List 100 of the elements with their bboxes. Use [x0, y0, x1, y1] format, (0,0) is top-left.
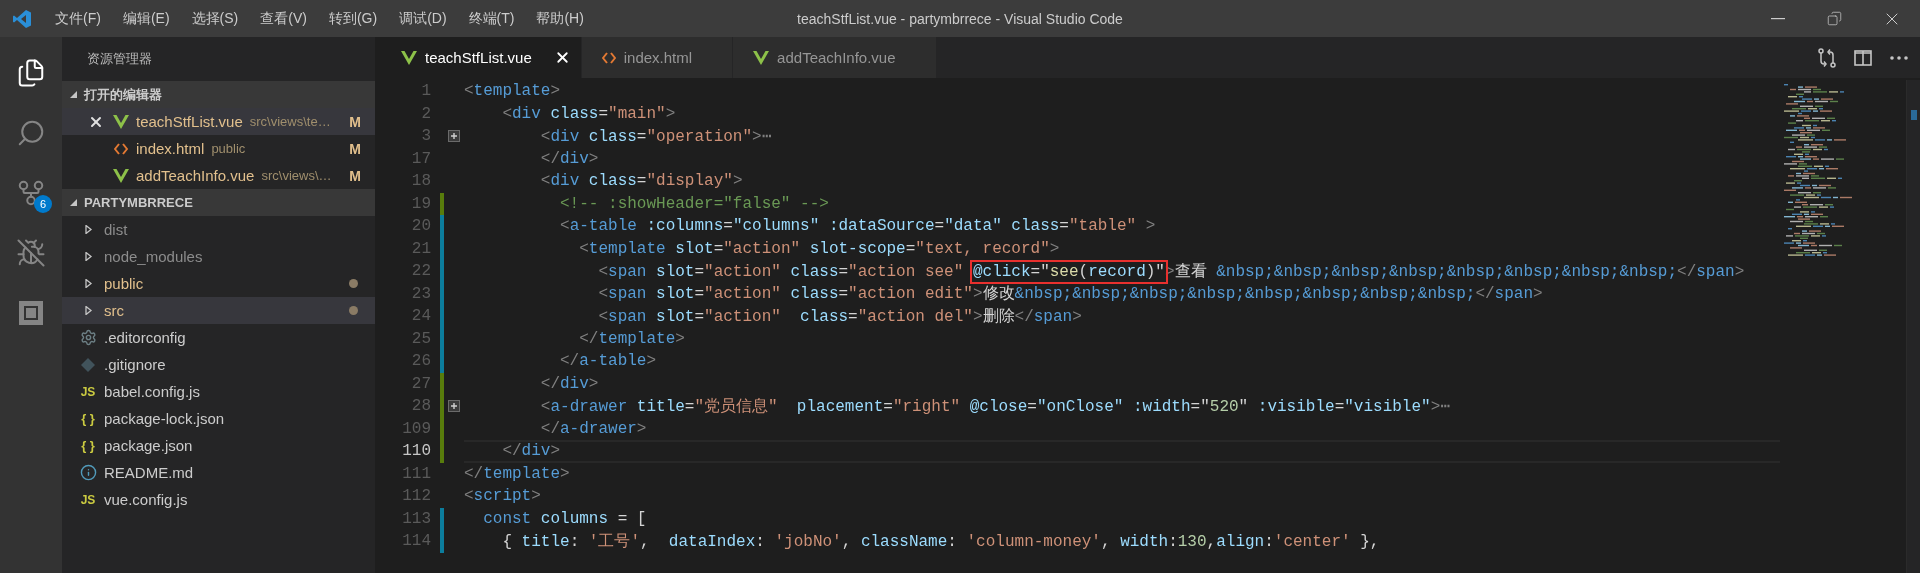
code-line: const columns = [: [482, 509, 647, 528]
section-header[interactable]: 打开的编辑器: [62, 81, 375, 108]
more-icon[interactable]: [1890, 55, 1908, 60]
minimize-icon: [1770, 17, 1785, 20]
menu-item[interactable]: 帮助(H): [525, 0, 595, 37]
tree-item[interactable]: src: [62, 297, 375, 324]
code-line: </div>: [539, 149, 599, 168]
sidebar-title: 资源管理器: [87, 50, 152, 68]
line-number: 1: [420, 82, 431, 101]
menu-item[interactable]: 查看(V): [249, 0, 318, 37]
tree-item[interactable]: dist: [62, 216, 375, 243]
line-number: 21: [410, 239, 431, 258]
line-number: 2: [420, 104, 431, 123]
line-number: 17: [410, 149, 431, 168]
line-number: 18: [410, 172, 431, 191]
line-number: 26: [410, 352, 431, 371]
search-icon[interactable]: [16, 118, 46, 148]
code-line: <!-- :showHeader="false" -->: [559, 194, 829, 213]
tree-item[interactable]: JS babel.config.js: [62, 378, 375, 405]
line-number: 3: [420, 127, 431, 146]
code-line: <span slot="action" class="action del">删除</span>: [597, 306, 1082, 327]
file-type-icon: { }: [81, 438, 95, 453]
editor-tab[interactable]: addTeachInfo.vue: [733, 37, 937, 78]
tree-item[interactable]: public: [62, 270, 375, 297]
code-line: </a-drawer>: [539, 419, 647, 438]
code-line: <div class="display">: [539, 172, 743, 191]
line-number: 19: [410, 194, 431, 213]
open-editor-item[interactable]: teachStfList.vue src\views\te… M: [62, 108, 375, 135]
menu-item[interactable]: 转到(G): [317, 0, 389, 37]
restore-icon: [1827, 11, 1842, 26]
app-logo-icon: [12, 8, 32, 29]
code-line: </template>: [578, 329, 685, 348]
code-line: </div>: [501, 442, 561, 461]
plus-icon[interactable]: [448, 400, 460, 413]
code-line: <template slot="action" slot-scope="text, record">: [578, 239, 1060, 258]
caret-icon: [83, 225, 93, 234]
line-number: 28: [410, 397, 431, 416]
code-line: </div>: [539, 374, 599, 393]
line-number: 20: [410, 217, 431, 236]
tree-item[interactable]: README.md: [62, 459, 375, 486]
tree-item[interactable]: JS vue.config.js: [62, 486, 375, 513]
editor-tab[interactable]: teachStfList.vue: [375, 37, 582, 78]
code-line: </a-table>: [559, 352, 657, 371]
file-type-icon: JS: [80, 384, 96, 399]
menu-item[interactable]: 调试(D): [388, 0, 458, 37]
code-line: </template>: [464, 464, 570, 483]
section-header[interactable]: PARTYMBRRECE: [62, 189, 375, 216]
count-badge: 6: [34, 195, 52, 213]
line-number: 111: [401, 464, 431, 483]
code-icon: [601, 51, 616, 64]
line-number: 112: [401, 487, 431, 506]
open-editor-item[interactable]: index.html public M: [62, 135, 375, 162]
tree-item[interactable]: .gitignore: [62, 351, 375, 378]
squares-icon[interactable]: [16, 298, 46, 328]
window-title: teachStfList.vue - partymbrrece - Visual Studio Code: [797, 10, 1123, 27]
line-number: 24: [410, 307, 431, 326]
v-logo-icon: [113, 168, 129, 183]
code-line: <div class="main">: [501, 104, 676, 123]
code-line: { title: '工号', dataIndex: 'jobNo', className: 'column-money', width:130,align:'center' },: [501, 531, 1380, 552]
code-line: <span slot="action" class="action edit">修改&nbsp;&nbsp;&nbsp;&nbsp;&nbsp;&nbsp;&nbsp;&nbsp;</span>: [597, 284, 1543, 305]
line-number: 114: [401, 532, 431, 551]
tree-item[interactable]: { } package.json: [62, 432, 375, 459]
code-line: <template>: [464, 82, 561, 101]
code-line: <div class="operation">⋯: [539, 127, 772, 147]
code-icon: [114, 142, 128, 155]
modified-dot: [349, 279, 358, 288]
compare-icon[interactable]: [1818, 47, 1836, 68]
caret-icon: [83, 279, 93, 288]
open-editor-item[interactable]: addTeachInfo.vue src\views\… M: [62, 162, 375, 189]
menu-item[interactable]: 终端(T): [457, 0, 526, 37]
line-number: 23: [410, 284, 431, 303]
tree-item[interactable]: node_modules: [62, 243, 375, 270]
menu-item[interactable]: 选择(S): [180, 0, 250, 37]
line-number: 22: [410, 262, 431, 281]
modified-dot: [349, 306, 358, 315]
diamond-icon: [80, 356, 96, 373]
line-number: 113: [401, 509, 431, 528]
file-type-icon: { }: [81, 411, 95, 426]
v-logo-icon: [401, 50, 417, 65]
menu-item[interactable]: 编辑(E): [111, 0, 181, 37]
menu-item[interactable]: 文件(F): [44, 0, 112, 37]
branch-icon[interactable]: [16, 178, 46, 208]
split-editor-icon[interactable]: [1854, 49, 1872, 66]
v-logo-icon: [753, 50, 770, 65]
code-line: <a-table :columns="columns" :dataSource="data" class="table" >: [559, 217, 1156, 236]
line-number: 109: [401, 419, 431, 438]
caret-icon: [83, 306, 93, 315]
line-number: 27: [410, 374, 431, 393]
gear-icon: [79, 329, 97, 346]
info-icon: [79, 464, 97, 481]
files-icon[interactable]: [16, 58, 46, 88]
line-number: 110: [401, 442, 431, 461]
tree-item[interactable]: .editorconfig: [62, 324, 375, 351]
tree-item[interactable]: { } package-lock.json: [62, 405, 375, 432]
scrollbar[interactable]: [1906, 80, 1920, 573]
plus-icon[interactable]: [448, 130, 460, 143]
crossed-bug-icon[interactable]: [16, 238, 46, 268]
code-line: <a-drawer title="党员信息" placement="right" @close="onClose" :width="520" :visible="visible">⋯: [539, 396, 1450, 417]
editor-tab[interactable]: index.html: [581, 37, 734, 78]
v-logo-icon: [113, 114, 129, 129]
